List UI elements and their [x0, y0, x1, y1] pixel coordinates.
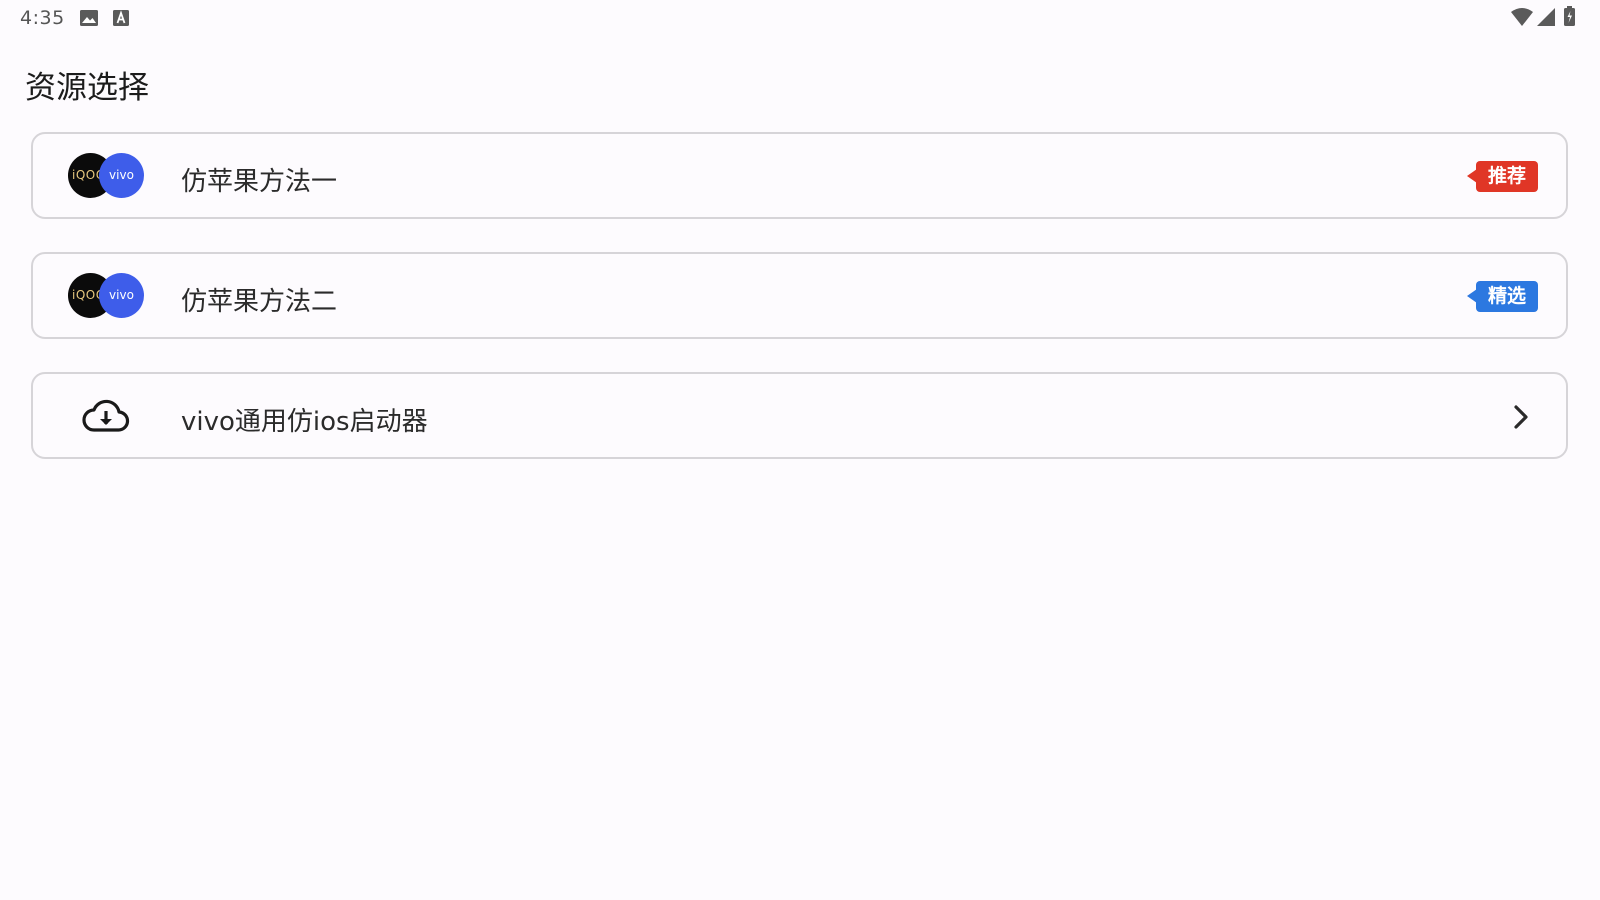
resource-option-launcher[interactable]: vivo通用仿ios启动器: [31, 372, 1568, 459]
chevron-right-icon: [1514, 405, 1528, 429]
vivo-logo: vivo: [99, 273, 144, 318]
image-icon: [80, 10, 98, 26]
resource-option-method-2[interactable]: iQOO vivo 仿苹果方法二 精选: [31, 252, 1568, 339]
battery-icon: [1564, 6, 1575, 26]
card-label: vivo通用仿ios启动器: [181, 407, 428, 437]
wifi-icon: [1511, 8, 1533, 26]
a-square-icon: [113, 10, 129, 26]
iqoo-vivo-logo: iQOO vivo: [68, 153, 144, 199]
recommended-badge: 推荐: [1467, 161, 1538, 192]
featured-badge: 精选: [1467, 281, 1538, 312]
page-title: 资源选择: [25, 70, 149, 106]
resource-option-method-1[interactable]: iQOO vivo 仿苹果方法一 推荐: [31, 132, 1568, 219]
card-label: 仿苹果方法二: [181, 287, 338, 317]
signal-icon: [1537, 8, 1555, 26]
status-bar: 4:35: [0, 0, 1600, 36]
cloud-download-icon: [82, 399, 130, 432]
status-time: 4:35: [20, 7, 65, 29]
card-label: 仿苹果方法一: [181, 167, 338, 197]
vivo-logo: vivo: [99, 153, 144, 198]
iqoo-vivo-logo: iQOO vivo: [68, 273, 144, 319]
